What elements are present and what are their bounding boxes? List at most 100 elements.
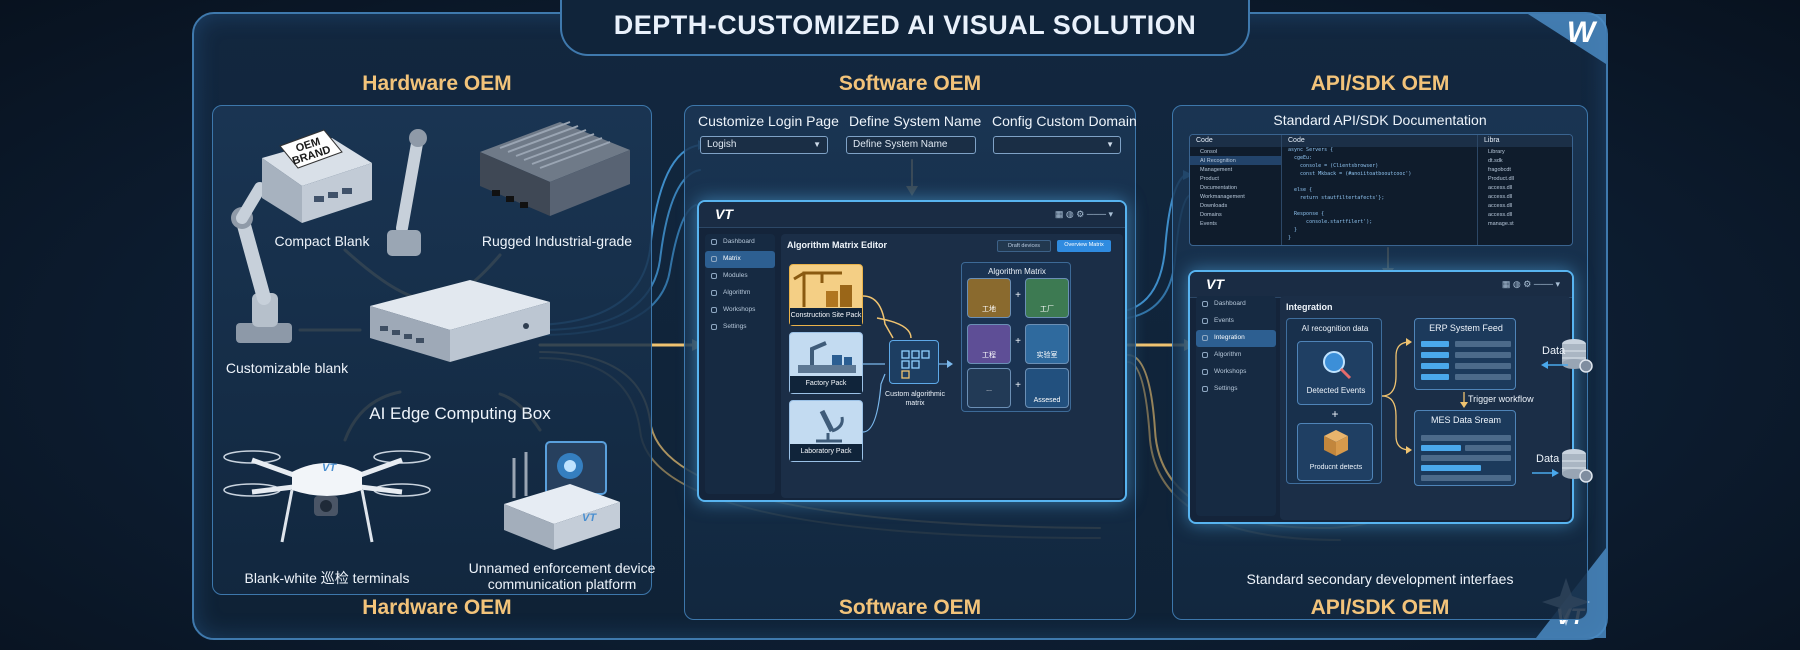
erp-row — [1455, 352, 1511, 358]
custom-matrix-tile[interactable] — [889, 340, 939, 384]
sidebar-icon — [711, 307, 717, 313]
sidebar-item-settings[interactable]: Settings — [705, 319, 775, 336]
database-gear-icon — [1562, 449, 1593, 483]
tree-item[interactable]: AI Recognition — [1190, 156, 1281, 165]
hardware-heading: Hardware OEM — [362, 72, 512, 95]
tree-item[interactable]: Downloads — [1190, 201, 1281, 210]
system-name-label: Define System Name — [849, 113, 982, 129]
sidebar-icon — [1202, 335, 1208, 341]
code-line: cgeEu: — [1288, 155, 1313, 161]
drone-icon — [223, 450, 431, 543]
app-logo: VT — [1206, 276, 1224, 292]
lib-item[interactable]: dt.sdk — [1478, 156, 1572, 165]
integration-main: Integration AI recognition data Detected… — [1280, 296, 1570, 520]
tree-item[interactable]: Product — [1190, 174, 1281, 183]
matrix-tile-factory[interactable]: 工厂 — [1025, 278, 1069, 318]
library-column: Libra Library dt.sdk fragobcdt Product.d… — [1478, 135, 1572, 245]
sidebar-item-algorithm[interactable]: Algorithm — [705, 285, 775, 302]
sidebar-item-workshops[interactable]: Workshops — [705, 302, 775, 319]
enforcement-device-icon — [504, 441, 620, 550]
mes-row — [1465, 445, 1511, 451]
code-line: } — [1288, 227, 1298, 233]
app-topbar: VT ▦ ◍ ⚙ ─── ▾ — [699, 202, 1125, 228]
mes-stream-card[interactable]: MES Data Sream — [1414, 410, 1516, 486]
sidebar-icon — [1202, 318, 1208, 324]
lib-item[interactable]: access.dll — [1478, 201, 1572, 210]
canvas: DEPTH-CUSTOMIZED AI VISUAL SOLUTION W VT — [0, 0, 1800, 650]
erp-row — [1455, 363, 1511, 369]
sidebar-item-matrix[interactable]: Matrix — [705, 251, 775, 268]
drone-mark: VT — [322, 462, 337, 474]
lib-item[interactable]: Library — [1478, 147, 1572, 156]
app-sidebar: Dashboard Matrix Modules Algorithm Works… — [705, 234, 775, 494]
edge-box-icon — [370, 280, 550, 362]
system-name-value: Define System Name — [853, 139, 948, 150]
arrow-left-icon — [1541, 361, 1568, 369]
code-line: } — [1288, 235, 1292, 241]
sidebar-item-algorithm[interactable]: Algorithm — [1196, 347, 1276, 364]
matrix-editor: Algorithm Matrix Editor Draft devices Ov… — [781, 234, 1123, 498]
sidebar-icon — [711, 239, 717, 245]
app-sidebar: Dashboard Events Integration Algorithm W… — [1196, 296, 1276, 516]
matrix-tile-construction[interactable]: 工地 — [967, 278, 1011, 318]
login-page-select[interactable]: Logish ▼ — [700, 136, 828, 154]
sidebar-item-label: Workshops — [1214, 368, 1247, 375]
mes-row — [1421, 445, 1461, 451]
lib-item[interactable]: access.dll — [1478, 192, 1572, 201]
sidebar-item-label: Algorithm — [723, 289, 751, 296]
sidebar-icon — [1202, 352, 1208, 358]
lib-item[interactable]: fragobcdt — [1478, 165, 1572, 174]
sidebar-item-settings[interactable]: Settings — [1196, 381, 1276, 398]
matrix-tile-label: 工厂 — [1040, 306, 1054, 313]
sidebar-item-modules[interactable]: Modules — [705, 268, 775, 285]
code-line: const Mkback = (#anoiitoatbooutcooc') — [1288, 171, 1412, 177]
sidebar-item-label: Dashboard — [723, 238, 755, 245]
matrix-tile-assessed[interactable]: Assesed — [1025, 368, 1069, 408]
library-header: Libra — [1478, 135, 1572, 147]
tree-item[interactable]: Management — [1190, 165, 1281, 174]
custom-domain-select[interactable]: ▼ — [993, 136, 1121, 154]
matrix-tile-label: 工地 — [982, 306, 996, 313]
sidebar-item-dashboard[interactable]: Dashboard — [1196, 296, 1276, 313]
tree-item[interactable]: Events — [1190, 219, 1281, 228]
device-mark: VT — [582, 512, 597, 524]
system-name-input[interactable]: Define System Name — [846, 136, 976, 154]
erp-feed-card[interactable]: ERP System Feed — [1414, 318, 1516, 390]
matrix-tile-label: ... — [986, 386, 992, 393]
enforcement-label-1: Unnamed enforcement device — [468, 560, 656, 576]
tree-item[interactable]: Domains — [1190, 210, 1281, 219]
lib-item[interactable]: Product.dll — [1478, 174, 1572, 183]
tree-item[interactable]: Documentation — [1190, 183, 1281, 192]
erp-feed-title: ERP System Feed — [1429, 323, 1503, 333]
api-footer: API/SDK OEM — [1310, 596, 1450, 619]
sidebar-icon — [711, 273, 717, 279]
login-page-label: Customize Login Page — [698, 113, 839, 129]
matrix-tile-laboratory[interactable]: 实验室 — [1025, 324, 1069, 364]
tree-item[interactable]: Workmanagement — [1190, 192, 1281, 201]
matrix-tile-engineering[interactable]: 工程 — [967, 324, 1011, 364]
lib-item[interactable]: access.dll — [1478, 210, 1572, 219]
sidebar-item-events[interactable]: Events — [1196, 313, 1276, 330]
api-doc-title: Standard API/SDK Documentation — [1273, 112, 1487, 128]
lib-item[interactable]: manage.st — [1478, 219, 1572, 228]
software-footer: Software OEM — [838, 596, 982, 619]
enforcement-label-2: communication platform — [487, 576, 637, 592]
sidebar-icon — [1202, 386, 1208, 392]
integration-app-window: VT ▦ ◍ ⚙ ─── ▾ Dashboard Events Integrat… — [1188, 270, 1574, 524]
sidebar-item-integration[interactable]: Integration — [1196, 330, 1276, 347]
algorithm-matrix-title: Algorithm Matrix — [988, 267, 1046, 276]
data-label-bottom: Data — [1536, 453, 1560, 465]
sidebar-item-dashboard[interactable]: Dashboard — [705, 234, 775, 251]
sidebar-item-workshops[interactable]: Workshops — [1196, 364, 1276, 381]
sidebar-item-label: Algorithm — [1214, 351, 1242, 358]
matrix-tile-more[interactable]: ... — [967, 368, 1011, 408]
mes-row — [1421, 465, 1481, 471]
lib-item[interactable]: access.dll — [1478, 183, 1572, 192]
erp-row — [1421, 363, 1449, 369]
grid-icon — [901, 350, 930, 379]
erp-row — [1421, 374, 1449, 380]
code-line: async Servers { — [1288, 147, 1334, 153]
tree-item[interactable]: Consol — [1190, 147, 1281, 156]
code-line: else { — [1288, 187, 1313, 193]
